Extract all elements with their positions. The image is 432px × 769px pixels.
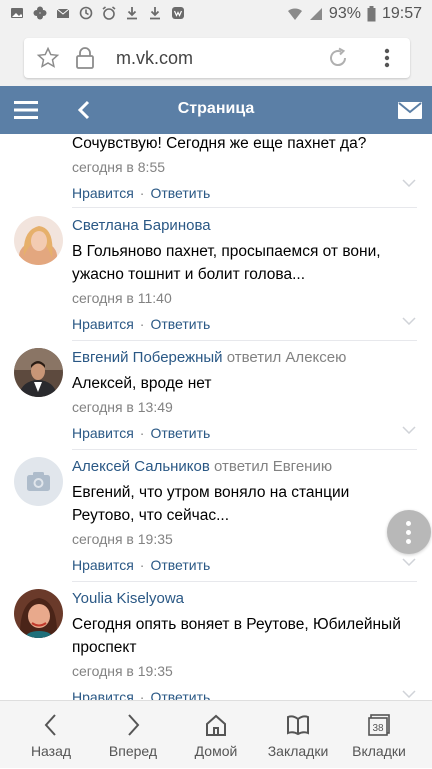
lock-icon [76, 47, 94, 69]
download-icon [150, 7, 160, 20]
home-icon [206, 714, 226, 736]
comment-list: Сочувствую! Сегодня же еще пахнет да? се… [0, 134, 432, 700]
battery-icon [367, 6, 376, 22]
nav-home-label: Домой [194, 743, 238, 759]
comment-actions: Нравится · Ответить [72, 425, 211, 441]
nav-bookmarks-button[interactable]: Закладки [255, 701, 341, 769]
reply-link[interactable]: Ответить [150, 185, 210, 201]
nav-forward-button[interactable]: Вперед [90, 701, 176, 769]
author-name[interactable]: Светлана Баринова [72, 217, 211, 234]
like-link[interactable]: Нравится [72, 185, 134, 201]
comment-date: сегодня в 8:55 [72, 159, 166, 175]
divider [72, 449, 417, 450]
floating-more-button[interactable] [387, 510, 431, 554]
back-icon [44, 714, 56, 736]
comment-date: сегодня в 11:40 [72, 290, 172, 306]
nav-tabs-label: Вкладки [352, 743, 406, 759]
reply-to[interactable]: ответил Алексею [227, 349, 347, 366]
author-name[interactable]: Евгений Побережный [72, 349, 223, 366]
divider [72, 207, 417, 208]
chevron-down-icon[interactable] [402, 426, 416, 434]
comment-text: Евгений, что утром воняло на станции Реу… [72, 484, 350, 524]
bookmarks-icon [287, 715, 309, 736]
bookmark-star-icon[interactable] [36, 46, 60, 70]
divider [72, 340, 417, 341]
reply-link[interactable]: Ответить [150, 689, 210, 700]
chevron-down-icon[interactable] [402, 690, 416, 698]
comment-header: Youlia Kiselyowa [72, 589, 402, 609]
page-title: Страница [177, 100, 255, 117]
comment-text: В Гольяново пахнет, просыпаемся от вони,… [72, 243, 381, 283]
divider [72, 581, 417, 582]
comment-text: Алексей, вроде нет [72, 375, 212, 392]
flower-icon [33, 6, 47, 20]
like-link[interactable]: Нравится [72, 316, 134, 332]
comment-text: Сочувствую! Сегодня же еще пахнет да? [72, 135, 367, 152]
comment-header: Алексей Сальников ответил Евгению [72, 457, 402, 477]
comment-header: Светлана Баринова [72, 216, 402, 236]
chevron-down-icon[interactable] [402, 179, 416, 187]
nav-bookmarks-label: Закладки [267, 743, 329, 759]
signal-icon [309, 8, 322, 20]
like-link[interactable]: Нравится [72, 689, 134, 700]
avatar[interactable] [14, 216, 63, 265]
avatar[interactable] [14, 348, 63, 397]
like-link[interactable]: Нравится [72, 425, 134, 441]
sync-icon [79, 6, 93, 20]
avatar[interactable] [14, 457, 63, 506]
reply-link[interactable]: Ответить [150, 316, 210, 332]
comment-text: Сегодня опять воняет в Реутове, Юбилейны… [72, 616, 401, 656]
photo-icon [11, 8, 23, 18]
chevron-down-icon[interactable] [402, 558, 416, 566]
reload-icon[interactable] [326, 46, 350, 70]
download-icon [127, 7, 137, 20]
comment-actions: Нравится · Ответить [72, 316, 211, 332]
nav-back-label: Назад [30, 743, 72, 759]
reply-link[interactable]: Ответить [150, 557, 210, 573]
mail-icon [56, 8, 70, 18]
clock: 19:57 [381, 5, 422, 22]
avatar[interactable] [14, 589, 63, 638]
comment-actions: Нравится · Ответить [72, 557, 211, 573]
battery-percent: 93% [328, 5, 361, 22]
wifi-icon [287, 8, 302, 20]
alarm-icon [102, 6, 116, 20]
nav-back-button[interactable]: Назад [8, 701, 94, 769]
comment-actions: Нравится · Ответить [72, 687, 402, 700]
tab-count: 38 [372, 723, 384, 734]
browser-toolbar: m.vk.com [0, 30, 432, 86]
app-header: Страница [0, 86, 432, 134]
browser-bottom-nav: Назад Вперед Домой Закладки 38 Вкладки [0, 700, 432, 768]
comment-date: сегодня в 19:35 [72, 531, 173, 547]
reply-link[interactable]: Ответить [150, 425, 210, 441]
reply-to[interactable]: ответил Евгению [214, 458, 332, 475]
nav-forward-label: Вперед [108, 743, 158, 759]
author-name[interactable]: Алексей Сальников [72, 458, 210, 475]
address-bar[interactable]: m.vk.com [24, 38, 410, 78]
forward-icon [128, 714, 140, 736]
vk-icon [172, 7, 184, 19]
author-name[interactable]: Youlia Kiselyowa [72, 590, 184, 607]
comment-date: сегодня в 19:35 [72, 663, 173, 679]
status-bar: 93% 19:57 [0, 0, 432, 30]
nav-tabs-button[interactable]: 38 Вкладки [336, 701, 422, 769]
nav-home-button[interactable]: Домой [173, 701, 259, 769]
chevron-down-icon[interactable] [402, 317, 416, 325]
url-text[interactable]: m.vk.com [116, 48, 193, 69]
messages-icon[interactable] [398, 102, 422, 119]
tabs-icon: 38 [368, 714, 390, 736]
comment-header: Евгений Побережный ответил Алексею [72, 348, 402, 368]
comment-date: сегодня в 13:49 [72, 399, 173, 415]
like-link[interactable]: Нравится [72, 557, 134, 573]
comment-actions: Нравится · Ответить [72, 185, 211, 201]
more-options-icon[interactable] [380, 46, 394, 70]
camera-icon [27, 472, 50, 491]
